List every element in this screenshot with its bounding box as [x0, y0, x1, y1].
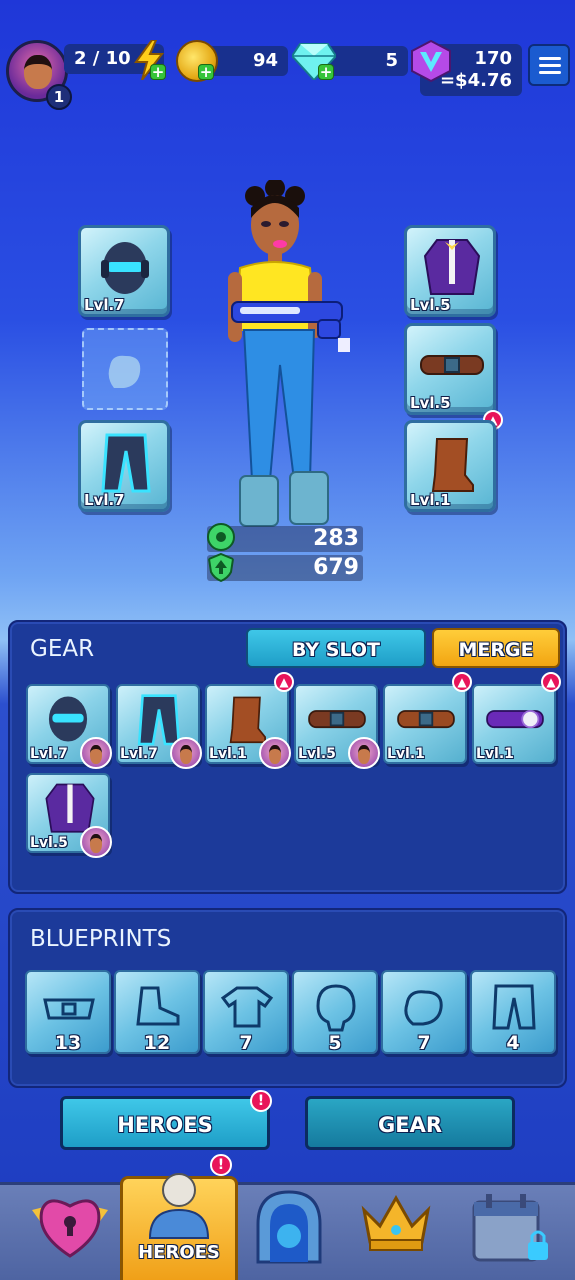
nav-heroes-alert-badge: ! — [210, 1154, 232, 1176]
gear-item-level: Lvl.7 — [30, 746, 68, 762]
equipped-boots-level: Lvl.1 — [410, 491, 451, 509]
blueprint-count: 12 — [143, 1032, 171, 1054]
glove-silhouette-icon — [108, 355, 141, 388]
belt-icon — [308, 710, 366, 729]
player-level-badge: 1 — [46, 84, 72, 110]
calendar-locked-icon[interactable] — [470, 1192, 554, 1268]
pants-icon — [137, 694, 181, 746]
helmet-blueprint-icon — [316, 984, 356, 1032]
crown-icon[interactable] — [360, 1192, 432, 1252]
equipped-jacket-slot[interactable]: Lvl.5 — [404, 225, 496, 317]
blueprint-count: 5 — [328, 1032, 342, 1054]
helmet-icon — [101, 242, 149, 294]
equipped-boots-slot[interactable]: Lvl.1 — [404, 420, 496, 512]
merge-tab[interactable]: MERGE — [432, 628, 560, 668]
add-gems-button[interactable]: + — [318, 64, 334, 80]
blueprint-count: 7 — [239, 1032, 253, 1054]
equipped-helmet-level: Lvl.7 — [84, 296, 125, 314]
blueprint-shirt[interactable]: 7 — [203, 970, 289, 1054]
boots-icon — [229, 696, 266, 744]
pants-blueprint-icon — [492, 984, 536, 1030]
equipped-jacket-level: Lvl.5 — [410, 296, 451, 314]
gear-item-level: Lvl.5 — [298, 746, 336, 762]
purple-belt-icon — [486, 710, 544, 729]
gear-item-level: Lvl.7 — [120, 746, 158, 762]
equipped-by-hero-avatar — [170, 737, 202, 769]
hero-character[interactable] — [200, 180, 370, 530]
equipped-helmet-slot[interactable]: Lvl.7 — [78, 225, 170, 317]
helmet-icon — [48, 696, 88, 742]
equipped-pants-level: Lvl.7 — [84, 491, 125, 509]
heroes-button[interactable]: HEROES — [60, 1096, 270, 1150]
blueprint-belt[interactable]: 13 — [25, 970, 111, 1054]
blueprint-count: 13 — [54, 1032, 82, 1054]
gear-item-level: Lvl.1 — [209, 746, 247, 762]
blueprint-count: 4 — [506, 1032, 520, 1054]
heroes-alert-badge: ! — [250, 1090, 272, 1112]
heroes-person-icon — [148, 1173, 210, 1239]
glove-blueprint-icon — [404, 990, 443, 1026]
menu-button[interactable] — [528, 44, 570, 86]
nav-heroes-label: HEROES — [138, 1242, 220, 1263]
blueprints-panel-title: BLUEPRINTS — [30, 926, 172, 952]
blueprint-pants[interactable]: 4 — [470, 970, 556, 1054]
equipped-by-hero-avatar — [348, 737, 380, 769]
blueprint-helmet[interactable]: 5 — [292, 970, 378, 1054]
gear-item-level: Lvl.1 — [476, 746, 514, 762]
equipped-pants-slot[interactable]: Lvl.7 — [78, 420, 170, 512]
heart-key-icon[interactable] — [28, 1190, 112, 1260]
boots-upgrade-arrow-icon: ▲ — [274, 672, 294, 692]
equipped-by-hero-avatar — [80, 737, 112, 769]
jacket-icon — [423, 239, 481, 295]
equipped-by-hero-avatar — [259, 737, 291, 769]
add-energy-button[interactable]: + — [150, 64, 166, 80]
belt-blueprint-icon — [43, 998, 95, 1020]
belt-icon — [420, 355, 484, 375]
equipped-belt-level: Lvl.5 — [410, 394, 451, 412]
gear-button[interactable]: GEAR — [305, 1096, 515, 1150]
gear-item-purple-belt[interactable]: Lvl.1 — [472, 684, 556, 764]
blueprint-count: 7 — [417, 1032, 431, 1054]
gear-item-level: Lvl.1 — [387, 746, 425, 762]
blueprint-glove[interactable]: 7 — [381, 970, 467, 1054]
pants-icon — [101, 433, 151, 493]
purple-belt-upgrade-arrow-icon: ▲ — [541, 672, 561, 692]
by-slot-tab[interactable]: BY SLOT — [246, 628, 426, 668]
portal-icon[interactable] — [252, 1188, 326, 1264]
boot-blueprint-icon — [136, 986, 180, 1026]
shirt-blueprint-icon — [220, 986, 274, 1028]
add-coins-button[interactable]: + — [198, 64, 214, 80]
equipped-belt-slot[interactable]: Lvl.5 — [404, 323, 496, 415]
v-token-icon[interactable] — [410, 40, 452, 82]
equipped-by-hero-avatar — [80, 826, 112, 858]
gear-item-belt-2[interactable]: Lvl.1 — [383, 684, 467, 764]
boots-icon — [431, 438, 474, 492]
belt-icon — [397, 710, 455, 729]
belt-upgrade-arrow-icon: ▲ — [452, 672, 472, 692]
equipped-gloves-empty-slot[interactable] — [82, 328, 168, 410]
attack-power-icon — [207, 523, 235, 551]
health-shield-icon — [207, 552, 235, 582]
gear-item-level: Lvl.5 — [30, 835, 68, 851]
blueprint-boot[interactable]: 12 — [114, 970, 200, 1054]
gear-panel-title: GEAR — [30, 636, 95, 662]
